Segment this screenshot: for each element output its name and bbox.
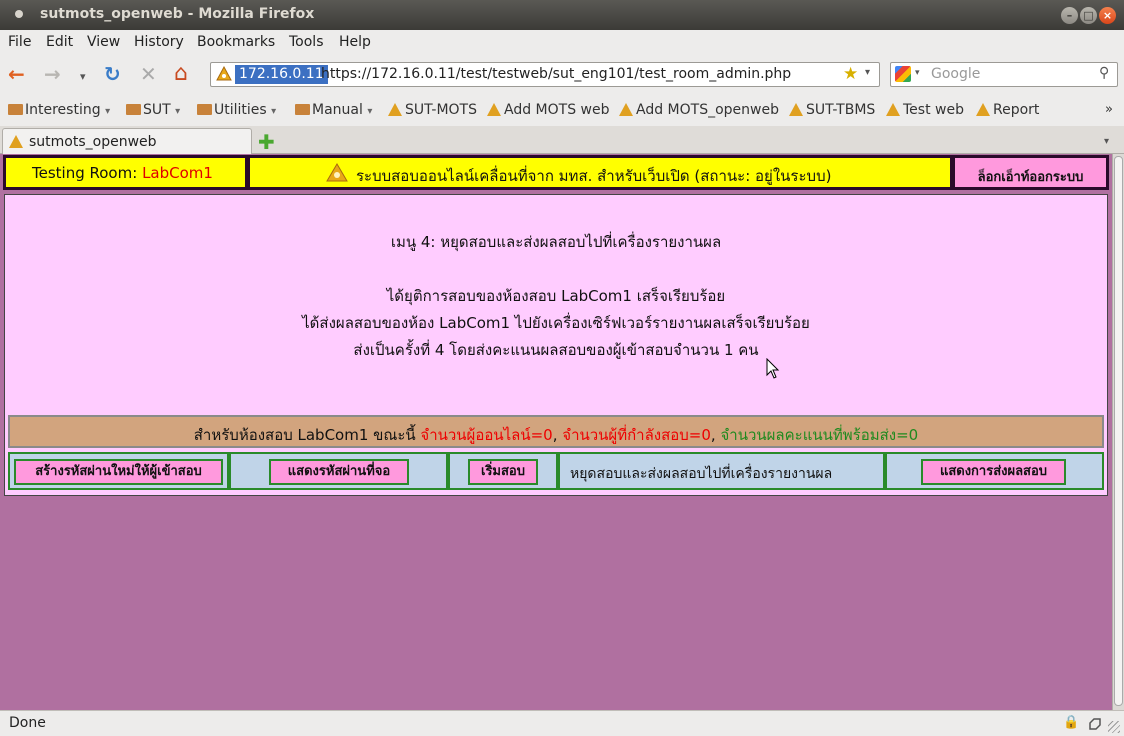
url-text[interactable]: https://172.16.0.11/test/testweb/sut_eng…	[321, 66, 791, 82]
bookmark-folder-interesting[interactable]: Interesting ▾	[8, 102, 110, 118]
bookmark-report[interactable]: Report	[976, 102, 1039, 118]
forward-arrow-icon[interactable]: →	[44, 64, 61, 84]
logout-link[interactable]: ล็อกเอ็าท์ออกระบบ	[955, 166, 1106, 187]
start-exam-cell: เริ่มสอบ	[448, 452, 558, 490]
menu-bookmarks[interactable]: Bookmarks	[197, 34, 275, 50]
bookmarks-toolbar: Interesting ▾ SUT ▾ Utilities ▾ Manual ▾…	[0, 94, 1124, 126]
site-identity-icon[interactable]	[216, 66, 232, 82]
resize-grip-icon[interactable]	[1108, 721, 1120, 733]
site-favicon-icon	[487, 103, 501, 116]
site-favicon-icon	[886, 103, 900, 116]
bookmarks-overflow-icon[interactable]: »	[1105, 102, 1113, 117]
result-panel: เมนู 4: หยุดสอบและส่งผลสอบไปที่เครื่องรา…	[4, 194, 1108, 496]
menu-bar: File Edit View History Bookmarks Tools H…	[0, 30, 1124, 54]
menu-title: เมนู 4: หยุดสอบและส่งผลสอบไปที่เครื่องรา…	[390, 233, 722, 251]
lock-icon[interactable]: 🔒	[1063, 715, 1079, 730]
logout-cell[interactable]: ล็อกเอ็าท์ออกระบบ	[952, 155, 1109, 190]
room-name: LabCom1	[142, 164, 213, 182]
minimize-button[interactable]: –	[1061, 7, 1078, 24]
room-status-text: สำหรับห้องสอบ LabCom1 ขณะนี้ จำนวนผู้ออน…	[193, 426, 919, 444]
search-bar[interactable]: ▾ Google ⚲	[890, 62, 1118, 87]
window-titlebar: sutmots_openweb - Mozilla Firefox – □ ×	[0, 0, 1124, 30]
tab-bar: sutmots_openweb	[0, 126, 1124, 154]
menu-file[interactable]: File	[8, 34, 31, 50]
send-result-message: ได้ส่งผลสอบของห้อง LabCom1 ไปยังเครื่องเ…	[302, 314, 810, 332]
site-host-badge[interactable]: 172.16.0.11	[235, 65, 328, 84]
search-input[interactable]: Google	[931, 66, 980, 82]
mots-logo-icon	[326, 163, 348, 182]
testing-room-label: Testing Room: LabCom1	[32, 164, 213, 182]
menu-tools[interactable]: Tools	[289, 34, 324, 50]
window-title: sutmots_openweb - Mozilla Firefox	[40, 6, 315, 22]
new-tab-icon[interactable]: ✚	[258, 130, 275, 154]
url-dropdown-icon[interactable]: ▾	[865, 67, 870, 78]
show-send-cell: แสดงการส่งผลสอบ	[885, 452, 1104, 490]
send-count-message: ส่งเป็นครั้งที่ 4 โดยส่งคะแนนผลสอบของผู้…	[353, 341, 759, 359]
bookmark-test-web[interactable]: Test web	[886, 102, 964, 118]
folder-icon	[8, 104, 23, 115]
maximize-button[interactable]: □	[1080, 7, 1097, 24]
room-status-row: สำหรับห้องสอบ LabCom1 ขณะนี้ จำนวนผู้ออน…	[8, 415, 1104, 448]
bookmark-sut-mots[interactable]: SUT-MOTS	[388, 102, 477, 118]
reload-icon[interactable]: ↻	[104, 64, 121, 84]
create-password-cell: สร้างรหัสผ่านใหม่ให้ผู้เข้าสอบ	[8, 452, 229, 490]
mouse-cursor-icon	[766, 358, 780, 379]
show-password-cell: แสดงรหัสผ่านที่จอ	[229, 452, 448, 490]
create-password-button[interactable]: สร้างรหัสผ่านใหม่ให้ผู้เข้าสอบ	[14, 459, 223, 485]
stop-send-cell: หยุดสอบและส่งผลสอบไปที่เครื่องรายงานผล	[558, 452, 885, 490]
bookmark-add-mots-openweb[interactable]: Add MOTS_openweb	[619, 102, 779, 118]
stop-icon[interactable]: ✕	[140, 64, 157, 84]
start-exam-button[interactable]: เริ่มสอบ	[468, 459, 538, 485]
bookmark-add-mots-web[interactable]: Add MOTS web	[487, 102, 610, 118]
folder-icon	[126, 104, 141, 115]
ready-score-count: จำนวนผลคะแนนที่พร้อมส่ง=0	[720, 426, 919, 444]
site-favicon-icon	[789, 103, 803, 116]
stop-exam-message: ได้ยุติการสอบของห้องสอบ LabCom1 เสร็จเรี…	[386, 287, 726, 305]
search-icon[interactable]: ⚲	[1099, 65, 1109, 81]
system-title-header: ระบบสอบออนไลน์เคลื่อนที่จาก มทส. สำหรับเ…	[247, 155, 953, 190]
window-menu-icon[interactable]	[15, 10, 23, 18]
site-favicon-icon	[976, 103, 990, 116]
chevron-down-icon: ▾	[175, 106, 181, 117]
bookmark-folder-utilities[interactable]: Utilities ▾	[197, 102, 276, 118]
url-bar[interactable]: 172.16.0.11 https://172.16.0.11/test/tes…	[210, 62, 880, 87]
tab-label: sutmots_openweb	[29, 134, 157, 150]
home-icon[interactable]: ⌂	[174, 63, 188, 85]
menu-edit[interactable]: Edit	[46, 34, 73, 50]
close-button[interactable]: ×	[1099, 7, 1116, 24]
menu-help[interactable]: Help	[339, 34, 371, 50]
menu-history[interactable]: History	[134, 34, 184, 50]
stop-send-current-menu: หยุดสอบและส่งผลสอบไปที่เครื่องรายงานผล	[570, 466, 833, 482]
tab-sutmots-openweb[interactable]: sutmots_openweb	[2, 128, 252, 154]
bookmark-sut-tbms[interactable]: SUT-TBMS	[789, 102, 875, 118]
bookmark-folder-manual[interactable]: Manual ▾	[295, 102, 372, 118]
show-send-result-button[interactable]: แสดงการส่งผลสอบ	[921, 459, 1066, 485]
site-favicon-icon	[388, 103, 402, 116]
history-dropdown-icon[interactable]: ▾	[80, 67, 86, 87]
show-password-button[interactable]: แสดงรหัสผ่านที่จอ	[269, 459, 409, 485]
site-favicon-icon	[9, 135, 23, 148]
chevron-down-icon: ▾	[367, 106, 373, 117]
vertical-scrollbar[interactable]	[1112, 154, 1124, 710]
site-favicon-icon	[619, 103, 633, 116]
testing-room-header: Testing Room: LabCom1	[3, 155, 248, 190]
testing-count: จำนวนผู้ที่กำลังสอบ=0	[562, 426, 711, 444]
engine-dropdown-icon[interactable]: ▾	[915, 68, 920, 78]
chevron-down-icon: ▾	[271, 106, 277, 117]
scrollbar-thumb[interactable]	[1114, 156, 1123, 706]
status-text: Done	[9, 715, 46, 731]
chevron-down-icon: ▾	[105, 106, 111, 117]
google-engine-icon[interactable]	[895, 66, 911, 82]
addon-icon[interactable]	[1088, 717, 1102, 731]
bookmark-folder-sut[interactable]: SUT ▾	[126, 102, 180, 118]
tab-list-icon[interactable]: ▾	[1104, 136, 1109, 147]
folder-icon	[295, 104, 310, 115]
online-count: จำนวนผู้ออนไลน์=0	[420, 426, 553, 444]
bookmark-star-icon[interactable]: ★	[843, 64, 858, 84]
folder-icon	[197, 104, 212, 115]
status-bar: Done 🔒	[0, 710, 1124, 736]
back-arrow-icon[interactable]: ←	[8, 64, 25, 84]
menu-view[interactable]: View	[87, 34, 120, 50]
system-title: ระบบสอบออนไลน์เคลื่อนที่จาก มทส. สำหรับเ…	[356, 167, 832, 185]
